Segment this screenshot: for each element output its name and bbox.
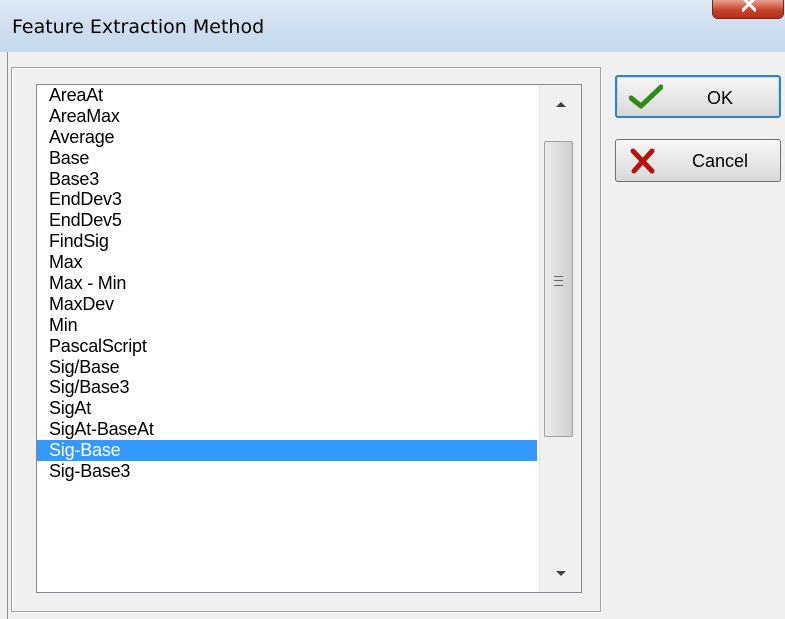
dialog-client-area: AreaAt AreaMax Average Base Base3 EndDev3 EndD… (0, 52, 785, 619)
method-listbox[interactable]: AreaAt AreaMax Average Base Base3 EndDev3 EndD… (36, 84, 582, 593)
close-icon (742, 0, 756, 13)
list-item[interactable]: PascalScript (37, 336, 537, 357)
list-item[interactable]: EndDev5 (37, 210, 537, 231)
list-item[interactable]: Max - Min (37, 273, 537, 294)
cancel-button-label: Cancel (691, 151, 749, 171)
list-item[interactable]: Sig/Base3 (37, 377, 537, 398)
vertical-scrollbar[interactable] (539, 85, 581, 592)
window-title: Feature Extraction Method (12, 16, 265, 38)
scroll-down-button[interactable] (540, 554, 581, 592)
list-item[interactable]: AreaMax (37, 106, 537, 127)
scroll-thumb[interactable] (544, 141, 573, 437)
list-item[interactable]: Sig-Base3 (37, 461, 537, 482)
list-item[interactable]: Base (37, 148, 537, 169)
title-bar[interactable]: Feature Extraction Method (0, 0, 785, 52)
list-item[interactable]: Sig-Base (37, 440, 537, 462)
ok-button-label: OK (706, 88, 733, 108)
list-item[interactable]: SigAt (37, 398, 537, 419)
ok-button[interactable]: OK (615, 75, 781, 118)
list-item[interactable]: Min (37, 315, 537, 336)
scroll-grip-icon (554, 276, 563, 286)
list-item[interactable]: AreaAt (37, 85, 537, 106)
list-item[interactable]: FindSig (37, 231, 537, 252)
scroll-up-arrow-icon (555, 101, 566, 107)
list-item[interactable]: SigAt-BaseAt (37, 419, 537, 440)
scroll-up-button[interactable] (540, 85, 581, 123)
list-item[interactable]: Average (37, 127, 537, 148)
list-item[interactable]: MaxDev (37, 294, 537, 315)
method-list-items: AreaAt AreaMax Average Base Base3 EndDev3 EndD… (37, 85, 537, 482)
close-button[interactable] (712, 0, 784, 19)
window-left-border (7, 52, 8, 619)
cancel-button[interactable]: Cancel (615, 139, 781, 182)
scroll-down-arrow-icon (555, 570, 566, 576)
list-item[interactable]: Max (37, 252, 537, 273)
list-item[interactable]: Base3 (37, 169, 537, 190)
list-item[interactable]: Sig/Base (37, 357, 537, 378)
list-item[interactable]: EndDev3 (37, 189, 537, 210)
